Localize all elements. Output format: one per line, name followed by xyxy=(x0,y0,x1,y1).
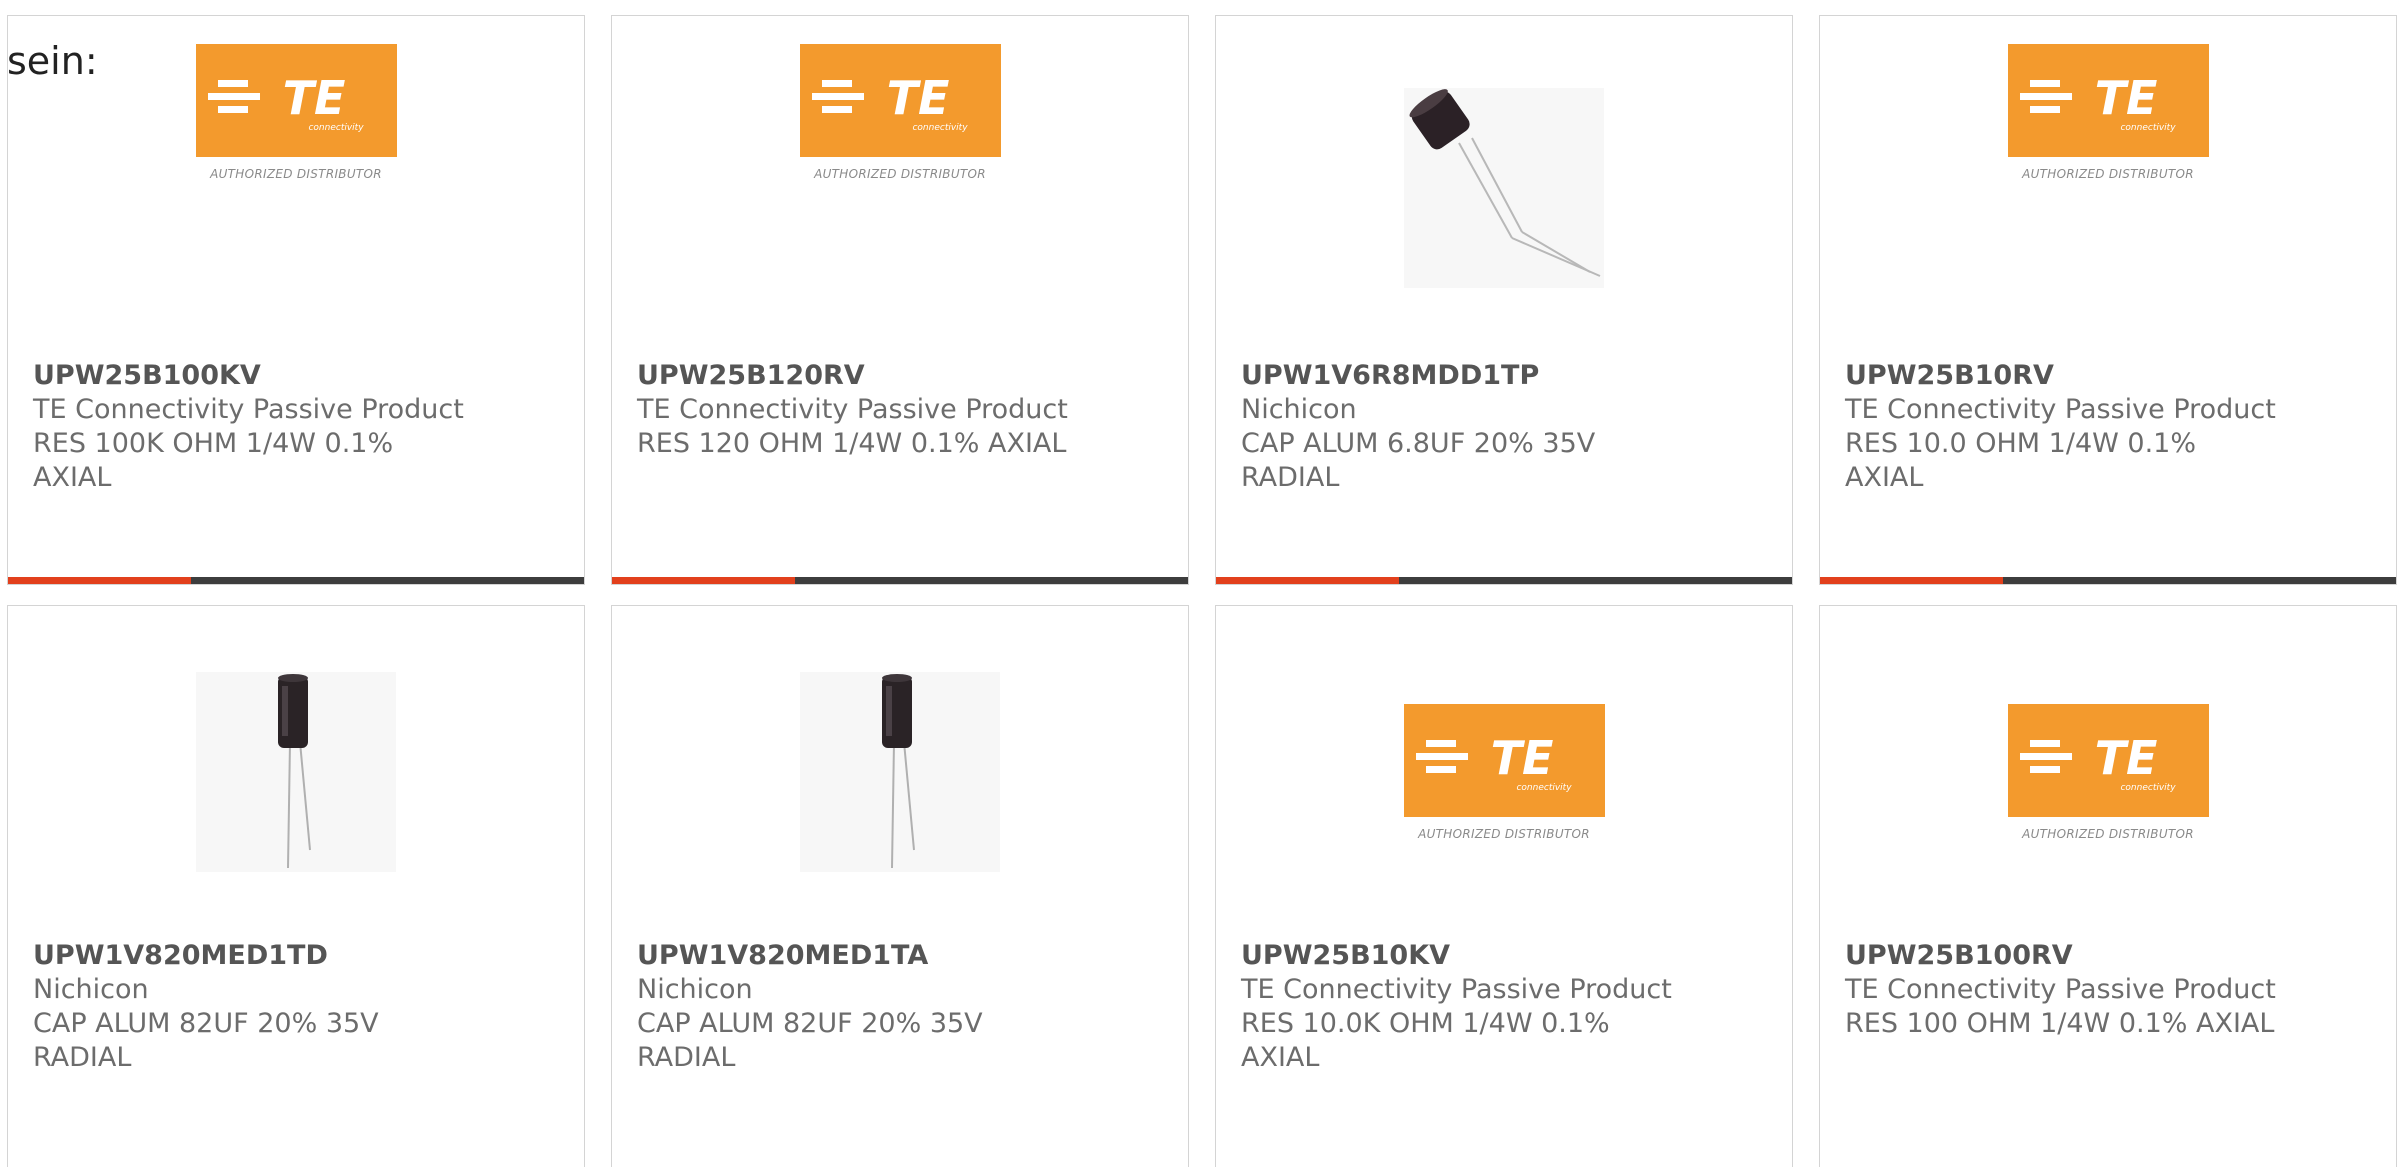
product-card[interactable]: UPW1V820MED1TA Nichicon CAP ALUM 82UF 20… xyxy=(611,605,1189,1167)
card-accent-bar xyxy=(612,577,795,584)
card-bottom-bar xyxy=(612,577,1188,584)
te-logo-caption: AUTHORIZED DISTRIBUTOR xyxy=(2022,167,2194,181)
product-card[interactable]: TE connectivity AUTHORIZED DISTRIBUTOR U… xyxy=(1819,605,2397,1167)
manufacturer: TE Connectivity Passive Product xyxy=(1241,974,1672,1005)
te-logo-brand: TE xyxy=(886,71,949,125)
te-logo-image: TE connectivity AUTHORIZED DISTRIBUTOR xyxy=(1820,44,2396,181)
manufacturer: TE Connectivity Passive Product xyxy=(33,394,464,425)
part-number-link[interactable]: UPW25B120RV xyxy=(637,359,1068,393)
te-logo-sub: connectivity xyxy=(912,123,968,133)
product-card[interactable]: UPW1V820MED1TD Nichicon CAP ALUM 82UF 20… xyxy=(7,605,585,1167)
product-grid-page: sein: TE connectivity AUTHORIZED DISTRIB… xyxy=(0,0,2400,1167)
card-accent-bar xyxy=(8,577,191,584)
part-number-link[interactable]: UPW1V6R8MDD1TP xyxy=(1241,359,1672,393)
te-logo-caption: AUTHORIZED DISTRIBUTOR xyxy=(814,167,986,181)
te-logo-brand: TE xyxy=(2094,71,2157,125)
manufacturer: Nichicon xyxy=(637,974,753,1005)
description: CAP ALUM 82UF 20% 35V RADIAL xyxy=(637,1008,983,1073)
product-card[interactable]: TE connectivity AUTHORIZED DISTRIBUTOR U… xyxy=(1819,15,2397,585)
te-logo-sub: connectivity xyxy=(1516,783,1572,793)
product-card[interactable]: UPW1V6R8MDD1TP Nichicon CAP ALUM 6.8UF 2… xyxy=(1215,15,1793,585)
te-logo-image: TE connectivity AUTHORIZED DISTRIBUTOR xyxy=(1216,704,1792,841)
part-number-link[interactable]: UPW1V820MED1TD xyxy=(33,939,464,973)
te-logo-caption: AUTHORIZED DISTRIBUTOR xyxy=(2022,827,2194,841)
part-number-link[interactable]: UPW25B100RV xyxy=(1845,939,2276,973)
product-card[interactable]: TE connectivity AUTHORIZED DISTRIBUTOR U… xyxy=(611,15,1189,585)
manufacturer: TE Connectivity Passive Product xyxy=(1845,974,2276,1005)
description: CAP ALUM 82UF 20% 35V RADIAL xyxy=(33,1008,379,1073)
te-logo-image: TE connectivity AUTHORIZED DISTRIBUTOR xyxy=(1820,704,2396,841)
card-bottom-bar xyxy=(1216,577,1792,584)
manufacturer: TE Connectivity Passive Product xyxy=(637,394,1068,425)
capacitor-bent-image xyxy=(1404,88,1604,288)
te-logo-sub: connectivity xyxy=(2120,123,2176,133)
manufacturer: Nichicon xyxy=(1241,394,1357,425)
description: RES 100K OHM 1/4W 0.1% AXIAL xyxy=(33,428,394,493)
te-logo-sub: connectivity xyxy=(308,123,364,133)
capacitor-image xyxy=(196,672,396,872)
te-logo-image: TE connectivity AUTHORIZED DISTRIBUTOR xyxy=(612,44,1188,181)
part-number-link[interactable]: UPW25B10KV xyxy=(1241,939,1672,973)
card-accent-bar xyxy=(1216,577,1399,584)
description: RES 100 OHM 1/4W 0.1% AXIAL xyxy=(1845,1008,2275,1039)
description: RES 10.0K OHM 1/4W 0.1% AXIAL xyxy=(1241,1008,1610,1073)
card-bottom-bar xyxy=(8,577,584,584)
product-card[interactable]: TE connectivity AUTHORIZED DISTRIBUTOR U… xyxy=(1215,605,1793,1167)
intro-text: sein: xyxy=(7,39,98,83)
manufacturer: TE Connectivity Passive Product xyxy=(1845,394,2276,425)
te-logo-caption: AUTHORIZED DISTRIBUTOR xyxy=(210,167,382,181)
card-accent-bar xyxy=(1820,577,2003,584)
manufacturer: Nichicon xyxy=(33,974,149,1005)
description: CAP ALUM 6.8UF 20% 35V RADIAL xyxy=(1241,428,1596,493)
card-bottom-bar xyxy=(1820,577,2396,584)
product-card[interactable]: TE connectivity AUTHORIZED DISTRIBUTOR U… xyxy=(7,15,585,585)
description: RES 10.0 OHM 1/4W 0.1% AXIAL xyxy=(1845,428,2196,493)
capacitor-image xyxy=(800,672,1000,872)
te-logo-brand: TE xyxy=(282,71,345,125)
part-number-link[interactable]: UPW1V820MED1TA xyxy=(637,939,1068,973)
te-logo-caption: AUTHORIZED DISTRIBUTOR xyxy=(1418,827,1590,841)
part-number-link[interactable]: UPW25B10RV xyxy=(1845,359,2276,393)
te-logo-sub: connectivity xyxy=(2120,783,2176,793)
part-number-link[interactable]: UPW25B100KV xyxy=(33,359,464,393)
description: RES 120 OHM 1/4W 0.1% AXIAL xyxy=(637,428,1067,459)
te-logo-brand: TE xyxy=(2094,731,2157,785)
te-logo-brand: TE xyxy=(1490,731,1553,785)
